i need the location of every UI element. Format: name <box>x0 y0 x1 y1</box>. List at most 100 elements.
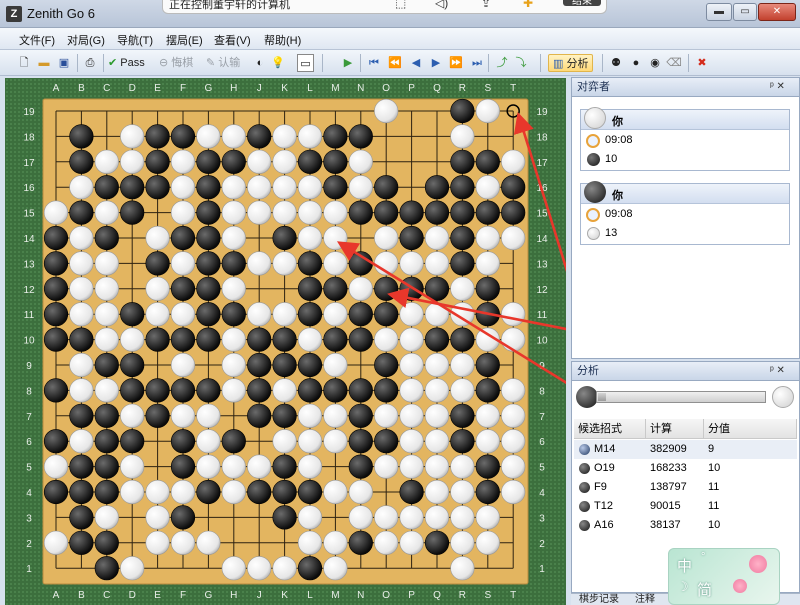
close-button[interactable]: ✕ <box>758 3 796 21</box>
ime-toolbar[interactable]: 中 ° ☽ 简 <box>668 548 780 605</box>
black-stone <box>247 403 272 428</box>
white-stone <box>196 454 221 479</box>
row-label: 13 <box>536 259 548 270</box>
save-icon[interactable]: ▣ <box>56 54 72 72</box>
maximize-button[interactable]: ▭ <box>733 3 757 21</box>
player-captures: 13 <box>605 227 618 239</box>
step-back-icon[interactable]: ◀ <box>408 54 424 72</box>
white-stone <box>145 302 170 327</box>
white-stone <box>221 352 246 378</box>
board-icon[interactable]: ▭ <box>297 54 314 72</box>
black-stone <box>348 124 373 149</box>
row-label: 17 <box>23 158 35 169</box>
white-stone <box>475 225 500 251</box>
white-stone <box>247 454 272 479</box>
white-stone <box>272 175 297 200</box>
fast-back-icon[interactable]: ⏪ <box>387 54 403 72</box>
tab-move-record[interactable]: 棋步记录 <box>579 594 619 605</box>
white-stone <box>424 352 450 378</box>
print-icon[interactable]: ⎙ <box>82 54 98 72</box>
black-stone <box>323 124 348 149</box>
column-label: E <box>154 83 161 94</box>
column-header-calc[interactable]: 计算 <box>646 419 704 439</box>
branch-down-icon[interactable]: ⤵ <box>513 54 529 72</box>
upload-icon[interactable]: ⇪ <box>481 0 491 10</box>
play-icon[interactable]: ▶ <box>340 54 356 72</box>
minimize-button[interactable]: ▬ <box>706 3 732 21</box>
candidate-move: M14 <box>594 443 616 455</box>
black-stone <box>69 505 94 530</box>
new-file-icon[interactable]: 🗋 <box>16 54 32 72</box>
column-header-score[interactable]: 分值 <box>704 419 797 439</box>
white-stone <box>170 352 196 378</box>
candidate-row[interactable]: A16 38137 10 <box>574 516 797 535</box>
white-stone <box>221 276 246 301</box>
open-folder-icon[interactable]: ▬ <box>36 54 52 72</box>
candidate-row[interactable]: M14 382909 9 <box>574 440 797 459</box>
delete-icon[interactable]: ✖ <box>694 54 710 72</box>
black-stone-icon[interactable]: ● <box>628 54 644 72</box>
black-stone <box>145 378 170 403</box>
white-stone <box>399 378 424 403</box>
hint-icon[interactable]: 💡 <box>270 54 286 72</box>
menu-game[interactable]: 对局(G) <box>64 32 108 48</box>
white-stone <box>221 378 246 403</box>
menu-setup[interactable]: 摆局(E) <box>163 32 206 48</box>
candidate-row[interactable]: T12 90015 11 <box>574 497 797 516</box>
step-forward-icon[interactable]: ▶ <box>428 54 444 72</box>
menu-view[interactable]: 查看(V) <box>211 32 254 48</box>
white-stone <box>145 505 170 530</box>
panel-pin-close-icon[interactable]: ᵖ ✕ <box>770 78 785 96</box>
captured-black-stone-icon <box>587 153 600 166</box>
black-stone <box>196 149 221 174</box>
candidate-row[interactable]: F9 138797 11 <box>574 478 797 497</box>
menu-file[interactable]: 文件(F) <box>16 32 58 48</box>
column-label: S <box>484 590 491 601</box>
black-stone <box>43 276 69 301</box>
row-label: 9 <box>26 361 32 372</box>
white-stone <box>272 251 297 276</box>
speaker-icon[interactable]: ◁) <box>435 0 448 10</box>
eraser-icon[interactable]: ⌫ <box>666 54 682 72</box>
white-stone <box>297 530 323 555</box>
black-stone <box>247 124 272 149</box>
ime-mode[interactable]: 简 <box>697 579 712 600</box>
ime-language[interactable]: 中 <box>677 555 692 576</box>
black-stone <box>170 454 196 479</box>
mixed-stones-icon[interactable]: ◉ <box>647 54 663 72</box>
white-stone <box>221 175 246 200</box>
first-move-icon[interactable]: ⏮ <box>366 54 382 72</box>
last-move-icon[interactable]: ⏭ <box>469 54 485 72</box>
column-label: F <box>180 83 186 94</box>
add-icon[interactable]: ✚ <box>523 0 533 10</box>
app-window: Z Zenith Go 6 正在控制董宇轩的计算机 ⬚ ◁) ⇪ ✚ 结束 ▬ … <box>0 0 800 605</box>
panel-pin-close-icon[interactable]: ᵖ ✕ <box>770 362 785 380</box>
analysis-button[interactable]: ▥ 分析 <box>548 54 594 72</box>
white-stone <box>424 403 450 428</box>
menu-help[interactable]: 帮助(H) <box>261 32 304 48</box>
white-stone <box>120 479 145 505</box>
end-remote-button[interactable]: 结束 <box>563 0 601 7</box>
tab-comments[interactable]: 注释 <box>635 594 655 605</box>
candidate-row[interactable]: O19 168233 10 <box>574 459 797 478</box>
branch-up-icon[interactable]: ⤴ <box>494 54 510 72</box>
pass-button[interactable]: ✔ Pass <box>108 54 145 72</box>
column-header-move[interactable]: 候选招式 <box>574 419 646 439</box>
go-board[interactable]: AABBCCDDEEFFGGHHJJKKLLMMNNOOPPQQRRSSTT1 1… <box>5 78 566 605</box>
player-card-white: 你 09:08 10 <box>580 107 790 171</box>
black-stone <box>43 479 69 505</box>
black-stone <box>120 378 145 403</box>
black-stone <box>170 378 196 403</box>
stones-icon[interactable]: ⚉ <box>608 54 624 72</box>
column-label: A <box>53 590 60 601</box>
score-icon[interactable]: ◐ <box>252 54 268 72</box>
clock-icon <box>586 134 600 148</box>
white-stone <box>348 175 373 200</box>
white-stone <box>145 530 170 555</box>
screen-icon[interactable]: ⬚ <box>395 0 406 10</box>
menu-navigate[interactable]: 导航(T) <box>114 32 156 48</box>
moon-icon[interactable]: ☽ <box>677 579 689 595</box>
black-stone <box>450 327 475 352</box>
win-rate-fill <box>598 393 606 401</box>
fast-forward-icon[interactable]: ⏩ <box>448 54 464 72</box>
